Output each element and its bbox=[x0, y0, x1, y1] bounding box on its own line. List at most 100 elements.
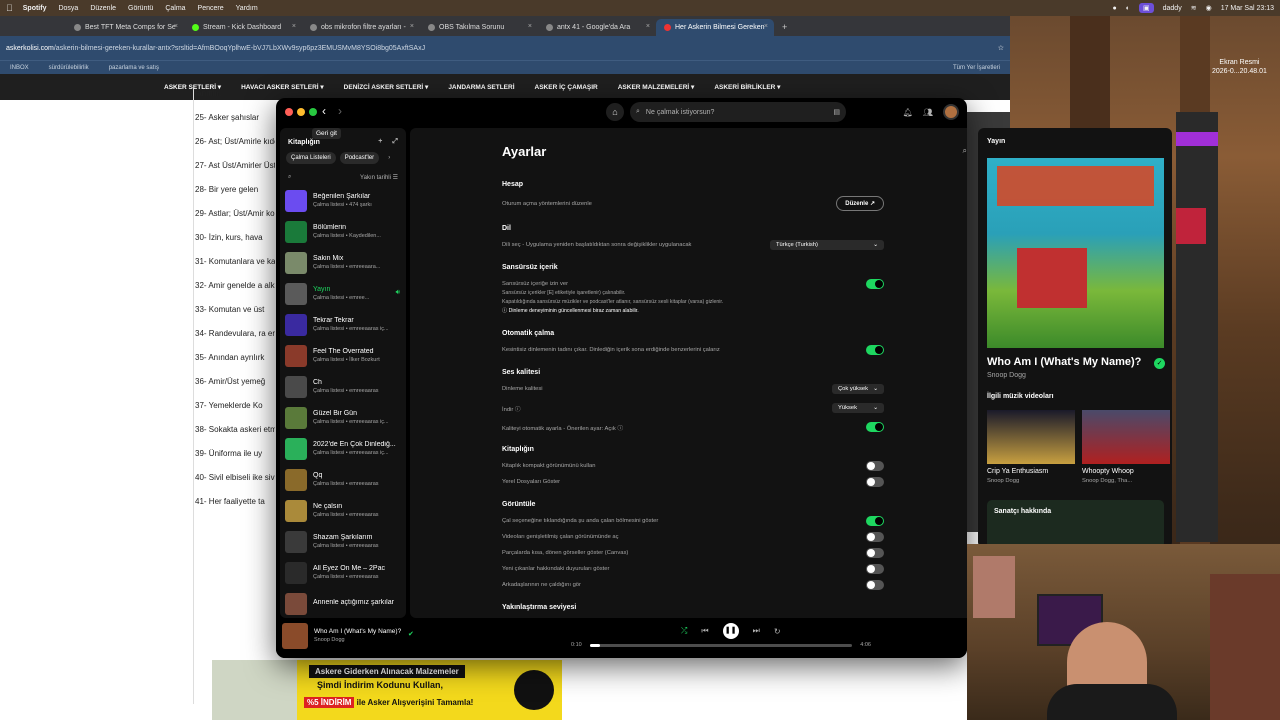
search-input[interactable]: ⌕ Ne çalmak istiyorsun? ▤ bbox=[630, 102, 846, 122]
menu-help[interactable]: Yardım bbox=[236, 5, 258, 12]
repeat-icon[interactable]: ↻ bbox=[774, 627, 781, 636]
playlist-item[interactable]: Güzel Bir Gün Çalma listesi • emreeaaras … bbox=[280, 402, 406, 433]
playlist-item[interactable]: Yayın Çalma listesi • emree... 🔊︎ bbox=[280, 278, 406, 309]
playlist-item[interactable]: Qq Çalma listesi • emreeaaras bbox=[280, 464, 406, 495]
stream-quality-select[interactable]: Çok yüksek ⌄ bbox=[832, 384, 884, 394]
forward-arrow-icon[interactable]: › bbox=[338, 104, 342, 118]
display-toggle[interactable] bbox=[866, 564, 884, 574]
playlist-item[interactable]: Tekrar Tekrar Çalma listesi • emreeaaras … bbox=[280, 309, 406, 340]
wifi-icon[interactable]: ≋ bbox=[1191, 4, 1197, 12]
playlist-item[interactable]: Ch Çalma listesi • emreeaaras bbox=[280, 371, 406, 402]
site-nav-item[interactable]: ASKER İÇ ÇAMAŞIR bbox=[535, 84, 598, 91]
home-icon[interactable]: ⌂ bbox=[606, 103, 624, 121]
control-center-icon[interactable]: ◉ bbox=[1206, 4, 1212, 12]
bookmark-item[interactable]: sürdürülebilirlik bbox=[49, 65, 89, 71]
back-arrow-icon[interactable]: ‹ bbox=[322, 104, 326, 118]
chip-podcasts[interactable]: Podcast'ler bbox=[339, 152, 380, 164]
local-files-toggle[interactable] bbox=[866, 477, 884, 487]
close-icon[interactable]: × bbox=[528, 23, 532, 30]
edit-login-button[interactable]: Düzenle ↗ bbox=[836, 196, 884, 211]
menu-playback[interactable]: Çalma bbox=[165, 5, 185, 12]
playlist-item[interactable]: 2022'de En Çok Dinlediğ... Çalma listesi … bbox=[280, 433, 406, 464]
chip-playlists[interactable]: Çalma Listeleri bbox=[286, 152, 336, 164]
search-icon[interactable]: ⌕ bbox=[963, 146, 967, 156]
close-icon[interactable]: × bbox=[410, 23, 414, 30]
shuffle-icon[interactable]: ⤮ bbox=[681, 626, 687, 636]
track-artist[interactable]: Snoop Dogg bbox=[314, 637, 345, 643]
browser-tab[interactable]: Best TFT Meta Comps for Se × bbox=[66, 19, 184, 36]
plus-icon[interactable]: + bbox=[378, 138, 382, 146]
minimize-window-button[interactable] bbox=[297, 108, 305, 116]
music-video-card[interactable]: Crip Ya Enthusiasm Snoop Dogg bbox=[987, 410, 1075, 484]
language-select[interactable]: Türkçe (Turkish) ⌄ bbox=[770, 240, 884, 250]
display-toggle[interactable] bbox=[866, 548, 884, 558]
playlist-item[interactable]: Ne çalsın Çalma listesi • emreeaaras bbox=[280, 495, 406, 526]
close-icon[interactable]: × bbox=[764, 23, 768, 30]
browser-tab[interactable]: OBS Takılma Sorunu × bbox=[420, 19, 538, 36]
auto-quality-toggle[interactable] bbox=[866, 422, 884, 432]
bookmark-item[interactable]: pazarlama ve satış bbox=[109, 65, 159, 71]
status-icon[interactable]: ● bbox=[1113, 5, 1117, 12]
friends-icon[interactable]: 👥︎ bbox=[923, 108, 933, 117]
promo-banner[interactable]: Askere Giderken Alınacak Malzemeler Şimd… bbox=[212, 660, 562, 720]
menu-view[interactable]: Görüntü bbox=[128, 5, 153, 12]
sort-dropdown[interactable]: Yakın tarihli ☰ bbox=[360, 174, 398, 181]
browse-icon[interactable]: ▤ bbox=[833, 108, 840, 116]
zoom-window-button[interactable] bbox=[309, 108, 317, 116]
status-icon[interactable]: ◐ bbox=[1126, 5, 1130, 12]
explicit-toggle[interactable] bbox=[866, 279, 884, 289]
browser-tab-active[interactable]: Her Askerin Bilmesi Gereken × bbox=[656, 19, 774, 36]
autoplay-toggle[interactable] bbox=[866, 345, 884, 355]
display-toggle[interactable] bbox=[866, 516, 884, 526]
clock[interactable]: 17 Mar Sal 23:13 bbox=[1221, 5, 1274, 12]
menu-app[interactable]: Spotify bbox=[23, 5, 47, 12]
bookmark-item[interactable]: Tüm Yer İşaretleri bbox=[953, 65, 1000, 71]
site-nav-item[interactable]: ASKERİ BİRLİKLER ▾ bbox=[714, 83, 780, 91]
download-quality-select[interactable]: Yüksek ⌄ bbox=[832, 403, 884, 413]
new-tab-button[interactable]: + bbox=[774, 18, 795, 36]
library-title[interactable]: Kitaplığın bbox=[288, 139, 320, 146]
site-nav-item[interactable]: DENİZCİ ASKER SETLERİ ▾ bbox=[344, 83, 429, 91]
apple-icon[interactable]:  bbox=[6, 3, 13, 13]
close-window-button[interactable] bbox=[285, 108, 293, 116]
display-toggle[interactable] bbox=[866, 532, 884, 542]
album-art[interactable] bbox=[282, 623, 308, 649]
playlist-item[interactable]: All Eyez On Me – 2Pac Çalma listesi • emr… bbox=[280, 557, 406, 588]
track-title[interactable]: Who Am I (What's My Name)? bbox=[314, 628, 401, 635]
search-icon[interactable]: ⌕ bbox=[288, 174, 291, 181]
browser-tab[interactable]: obs mikrofon filtre ayarları - × bbox=[302, 19, 420, 36]
bell-icon[interactable]: 🔔︎ bbox=[903, 108, 913, 117]
panel-track-artist[interactable]: Snoop Dogg bbox=[987, 372, 1026, 379]
bookmark-star-icon[interactable]: ☆ bbox=[998, 44, 1004, 52]
display-toggle[interactable] bbox=[866, 580, 884, 590]
playlist-item[interactable]: Annenle açtığımız şarkılar bbox=[280, 588, 406, 618]
menu-window[interactable]: Pencere bbox=[198, 5, 224, 12]
close-icon[interactable]: × bbox=[292, 23, 296, 30]
menu-edit[interactable]: Düzenle bbox=[90, 5, 116, 12]
expand-icon[interactable]: ⤢ bbox=[392, 138, 398, 146]
avatar[interactable] bbox=[943, 104, 959, 120]
playlist-item[interactable]: Beğenilen Şarkılar Çalma listesi • 474 şa… bbox=[280, 185, 406, 216]
bookmark-item[interactable]: INBOX bbox=[10, 65, 29, 71]
next-icon[interactable]: ⏭︎ bbox=[753, 626, 760, 636]
close-icon[interactable]: × bbox=[646, 23, 650, 30]
playlist-item[interactable]: Sakin Mix Çalma listesi • emreeaara... bbox=[280, 247, 406, 278]
status-badge-icon[interactable]: ▣ bbox=[1139, 3, 1154, 13]
saved-check-icon[interactable]: ✓ bbox=[1154, 358, 1165, 369]
playlist-item[interactable]: Shazam Şarkılarım Çalma listesi • emreeaa… bbox=[280, 526, 406, 557]
desktop-file-label[interactable]: Ekran Resmi 2026-0...20.48.01 bbox=[1212, 58, 1267, 76]
address-bar[interactable]: askerkolisi.com/askerin-bilmesi-gereken-… bbox=[0, 36, 1010, 60]
saved-check-icon[interactable]: ✔ bbox=[408, 630, 414, 638]
previous-icon[interactable]: ⏮︎ bbox=[701, 626, 708, 636]
user-label[interactable]: daddy bbox=[1163, 5, 1182, 12]
about-artist-card[interactable]: Sanatçı hakkında bbox=[987, 500, 1164, 548]
panel-track-title[interactable]: Who Am I (What's My Name)? bbox=[987, 356, 1141, 368]
site-nav-item[interactable]: ASKER MALZEMELERİ ▾ bbox=[618, 83, 695, 91]
pause-button[interactable]: ❚❚ bbox=[722, 623, 739, 639]
compact-toggle[interactable] bbox=[866, 461, 884, 471]
menu-file[interactable]: Dosya bbox=[58, 5, 78, 12]
close-icon[interactable]: × bbox=[174, 23, 178, 30]
music-video-card[interactable]: Whoopty Whoop Snoop Dogg, Tha... bbox=[1082, 410, 1170, 484]
seek-bar[interactable] bbox=[589, 643, 853, 647]
site-nav-item[interactable]: JANDARMA SETLERİ bbox=[448, 84, 514, 91]
